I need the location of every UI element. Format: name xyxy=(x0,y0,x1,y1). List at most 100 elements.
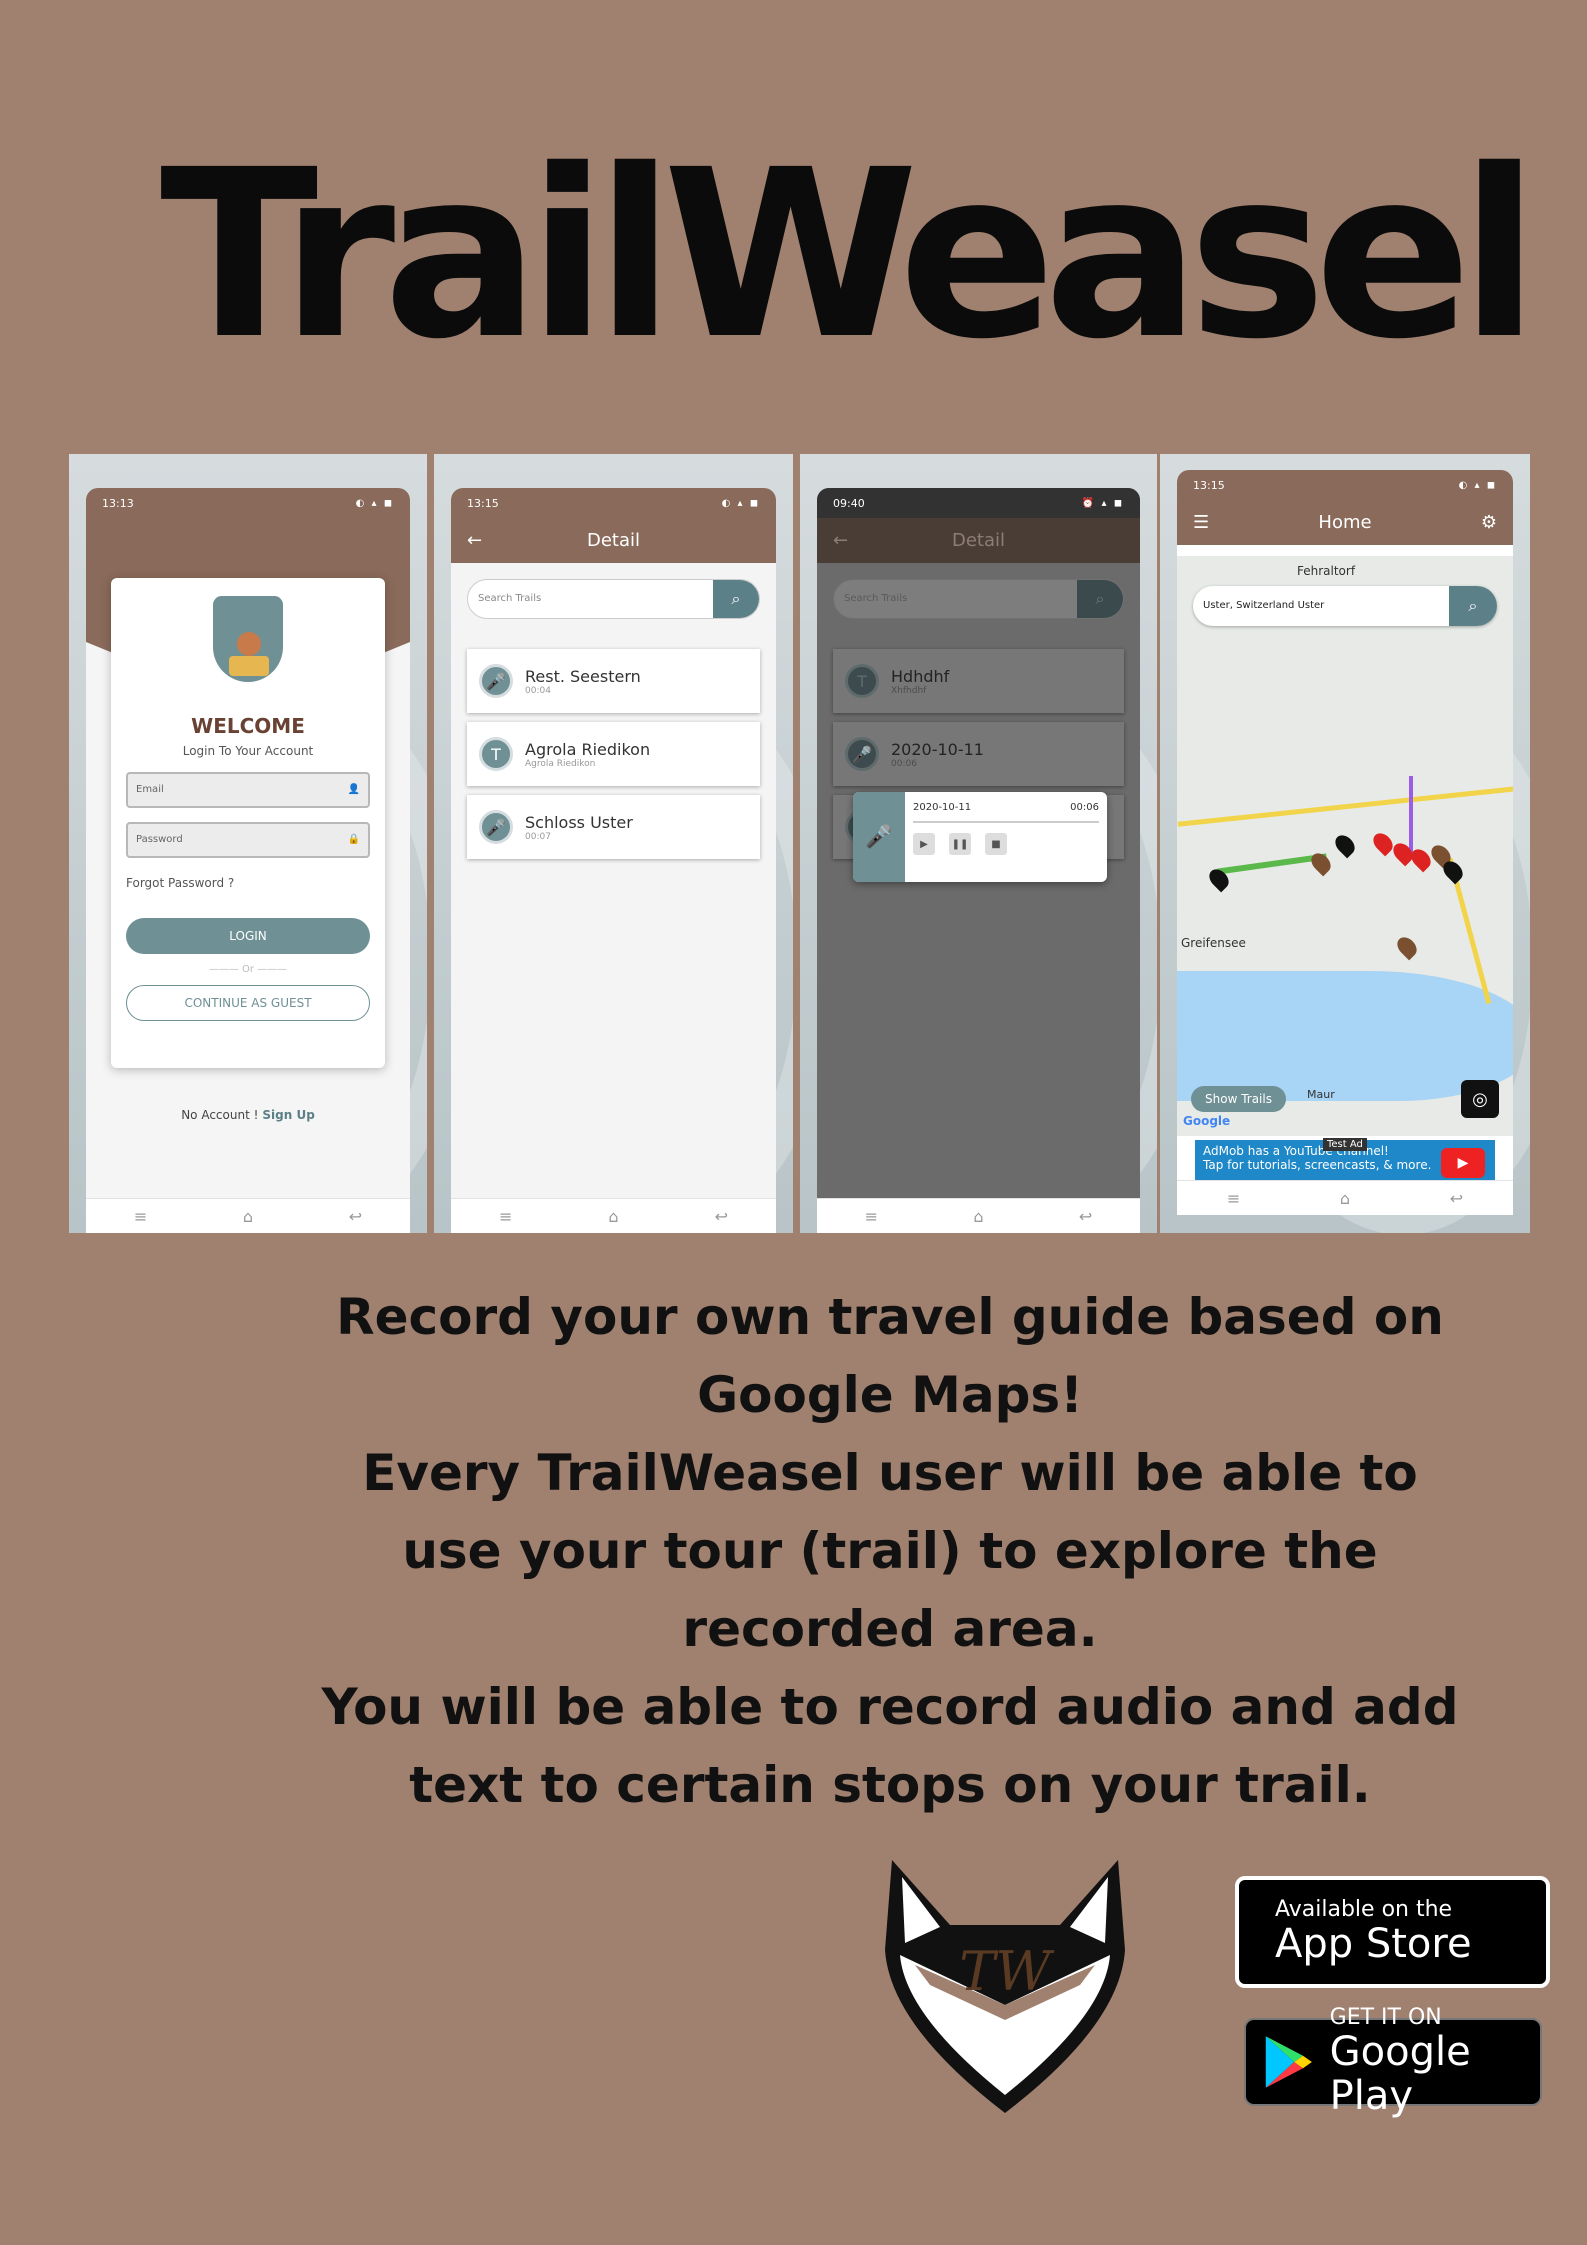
app-bar: ← Detail xyxy=(817,518,1140,563)
google-play-badge[interactable]: GET IT ON Google Play xyxy=(1244,2006,1542,2118)
list-item[interactable]: 🎤 2020-10-11 00:06 xyxy=(833,722,1124,786)
search-input[interactable]: Search Trails xyxy=(834,580,1077,618)
microphone-icon: 🎤 xyxy=(845,737,879,771)
continue-as-guest-button[interactable]: CONTINUE AS GUEST xyxy=(126,985,370,1021)
phone-home: 13:15 ◐ ▴ ◼ ☰ Home ⚙ Fehraltorf Greifensee … xyxy=(1177,470,1513,1215)
map-label-greifensee: Greifensee xyxy=(1181,936,1246,950)
youtube-play-icon: ▶ xyxy=(1441,1148,1485,1178)
location-search-bar[interactable]: Uster, Switzerland Uster ⌕ xyxy=(1193,586,1497,626)
phone-login: 13:13 ◐ ▴ ◼ WELCOME Login To Your Account… xyxy=(86,488,410,1233)
no-account-row: No Account ! Sign Up xyxy=(181,1108,315,1122)
screenshot-login: 13:13 ◐ ▴ ◼ WELCOME Login To Your Account… xyxy=(69,454,427,1233)
tagline-line: Record your own travel guide based on xyxy=(336,1288,1444,1346)
map-label-maur: Maur xyxy=(1307,1088,1335,1101)
stop-icon[interactable]: ■ xyxy=(985,833,1007,855)
sign-up-link[interactable]: Sign Up xyxy=(262,1108,314,1122)
home-nav-icon[interactable]: ⌂ xyxy=(973,1207,983,1226)
status-bar: 13:15 ◐ ▴ ◼ xyxy=(451,488,776,518)
map-pin-icon[interactable] xyxy=(1331,831,1359,859)
app-bar: ☰ Home ⚙ xyxy=(1177,500,1513,545)
list-item[interactable]: 🎤 Schloss Uster 00:07 xyxy=(467,795,760,859)
lock-icon: 🔒 xyxy=(347,834,360,845)
list-item[interactable]: 🎤 Rest. Seestern 00:04 xyxy=(467,649,760,713)
text-icon: T xyxy=(845,664,879,698)
menu-nav-icon[interactable]: ≡ xyxy=(134,1207,147,1226)
user-icon: 👤 xyxy=(347,784,360,795)
tagline-line: use your tour (trail) to explore the xyxy=(402,1522,1378,1580)
list-item[interactable]: T Hdhdhf Xhfhdhf xyxy=(833,649,1124,713)
password-field[interactable]: Password 🔒 xyxy=(126,822,370,858)
microphone-icon: 🎤 xyxy=(853,792,905,882)
recording-date: 2020-10-11 xyxy=(913,802,972,813)
recording-duration: 00:06 xyxy=(1070,802,1099,813)
pause-icon[interactable]: ❚❚ xyxy=(949,833,971,855)
search-icon[interactable]: ⌕ xyxy=(713,580,759,618)
screenshot-player: 09:40 ⏰ ▴ ◼ ← Detail Search Trails ⌕ T Hdhdh… xyxy=(800,454,1157,1233)
login-card: WELCOME Login To Your Account Email 👤 Pas… xyxy=(111,578,385,1068)
app-bar: ← Detail xyxy=(451,518,776,563)
tagline-line: You will be able to record audio and add xyxy=(321,1678,1459,1736)
status-bar: 09:40 ⏰ ▴ ◼ xyxy=(817,488,1140,518)
audio-player-popup: 🎤 2020-10-11 00:06 ▶ ❚❚ ■ xyxy=(853,792,1107,882)
app-store-badge[interactable]: Available on the App Store xyxy=(1235,1876,1550,1988)
phone-player: 09:40 ⏰ ▴ ◼ ← Detail Search Trails ⌕ T Hdhdh… xyxy=(817,488,1140,1233)
search-bar[interactable]: Search Trails ⌕ xyxy=(467,579,760,619)
android-nav-bar: ≡ ⌂ ↩ xyxy=(817,1198,1140,1233)
home-nav-icon[interactable]: ⌂ xyxy=(243,1207,253,1226)
map-pin-icon[interactable] xyxy=(1307,849,1335,877)
map-pin-icon[interactable] xyxy=(1393,933,1421,961)
illustration-icon xyxy=(203,596,293,686)
search-input[interactable]: Search Trails xyxy=(468,580,713,618)
trail-list: 🎤 Rest. Seestern 00:04 T Agrola Riedikon Agr… xyxy=(467,649,760,859)
menu-nav-icon[interactable]: ≡ xyxy=(1227,1189,1240,1208)
screenshot-detail: 13:15 ◐ ▴ ◼ ← Detail Search Trails ⌕ 🎤 Rest.… xyxy=(434,454,793,1233)
trailweasel-fox-logo: TW xyxy=(885,1860,1125,2113)
status-bar: 13:15 ◐ ▴ ◼ xyxy=(1177,470,1513,500)
menu-nav-icon[interactable]: ≡ xyxy=(499,1207,512,1226)
home-nav-icon[interactable]: ⌂ xyxy=(1340,1189,1350,1208)
home-nav-icon[interactable]: ⌂ xyxy=(608,1207,618,1226)
text-icon: T xyxy=(479,737,513,771)
search-icon[interactable]: ⌕ xyxy=(1449,586,1497,626)
my-location-icon[interactable]: ◎ xyxy=(1461,1080,1499,1118)
google-logo: Google xyxy=(1183,1114,1231,1128)
welcome-heading: WELCOME xyxy=(191,714,305,738)
menu-nav-icon[interactable]: ≡ xyxy=(865,1207,878,1226)
back-nav-icon[interactable]: ↩ xyxy=(349,1207,362,1226)
app-title: TrailWeasel xyxy=(160,120,1539,390)
test-ad-tag: Test Ad xyxy=(1323,1138,1367,1151)
back-nav-icon[interactable]: ↩ xyxy=(1450,1189,1463,1208)
microphone-icon: 🎤 xyxy=(479,664,513,698)
status-bar: 13:13 ◐ ▴ ◼ xyxy=(102,496,394,510)
back-nav-icon[interactable]: ↩ xyxy=(715,1207,728,1226)
search-icon[interactable]: ⌕ xyxy=(1077,580,1123,618)
android-nav-bar: ≡ ⌂ ↩ xyxy=(451,1198,776,1233)
page-title: Detail xyxy=(951,530,1006,551)
android-nav-bar: ≡ ⌂ ↩ xyxy=(86,1198,410,1233)
map-view[interactable]: Fehraltorf Greifensee Maur Uster, Switze… xyxy=(1177,556,1513,1136)
logo-text: TW xyxy=(959,1940,1055,2003)
tagline-line: Every TrailWeasel user will be able to xyxy=(362,1444,1418,1502)
search-bar[interactable]: Search Trails ⌕ xyxy=(833,579,1124,619)
tagline-line: Google Maps! xyxy=(697,1366,1083,1424)
phone-detail: 13:15 ◐ ▴ ◼ ← Detail Search Trails ⌕ 🎤 Rest.… xyxy=(451,488,776,1233)
tagline-line: text to certain stops on your trail. xyxy=(409,1756,1371,1814)
login-subtitle: Login To Your Account xyxy=(182,744,314,758)
list-item[interactable]: T Agrola Riedikon Agrola Riedikon xyxy=(467,722,760,786)
login-button[interactable]: LOGIN xyxy=(126,918,370,954)
page-title: Home xyxy=(1318,512,1372,533)
play-icon[interactable]: ▶ xyxy=(913,833,935,855)
page-title: Detail xyxy=(586,530,641,551)
email-field[interactable]: Email 👤 xyxy=(126,772,370,808)
location-search-input[interactable]: Uster, Switzerland Uster xyxy=(1193,586,1449,626)
map-label-fehraltorf: Fehraltorf xyxy=(1297,564,1356,578)
google-play-icon xyxy=(1265,2036,1312,2088)
forgot-password-link[interactable]: Forgot Password ? xyxy=(126,876,370,890)
android-nav-bar: ≡ ⌂ ↩ xyxy=(1177,1180,1513,1215)
show-trails-button[interactable]: Show Trails xyxy=(1191,1086,1286,1112)
tagline-block: Record your own travel guide based on Go… xyxy=(260,1278,1520,1824)
screenshot-home-map: 13:15 ◐ ▴ ◼ ☰ Home ⚙ Fehraltorf Greifensee … xyxy=(1160,454,1530,1233)
microphone-icon: 🎤 xyxy=(479,810,513,844)
back-nav-icon[interactable]: ↩ xyxy=(1079,1207,1092,1226)
tagline-line: recorded area. xyxy=(682,1600,1098,1658)
